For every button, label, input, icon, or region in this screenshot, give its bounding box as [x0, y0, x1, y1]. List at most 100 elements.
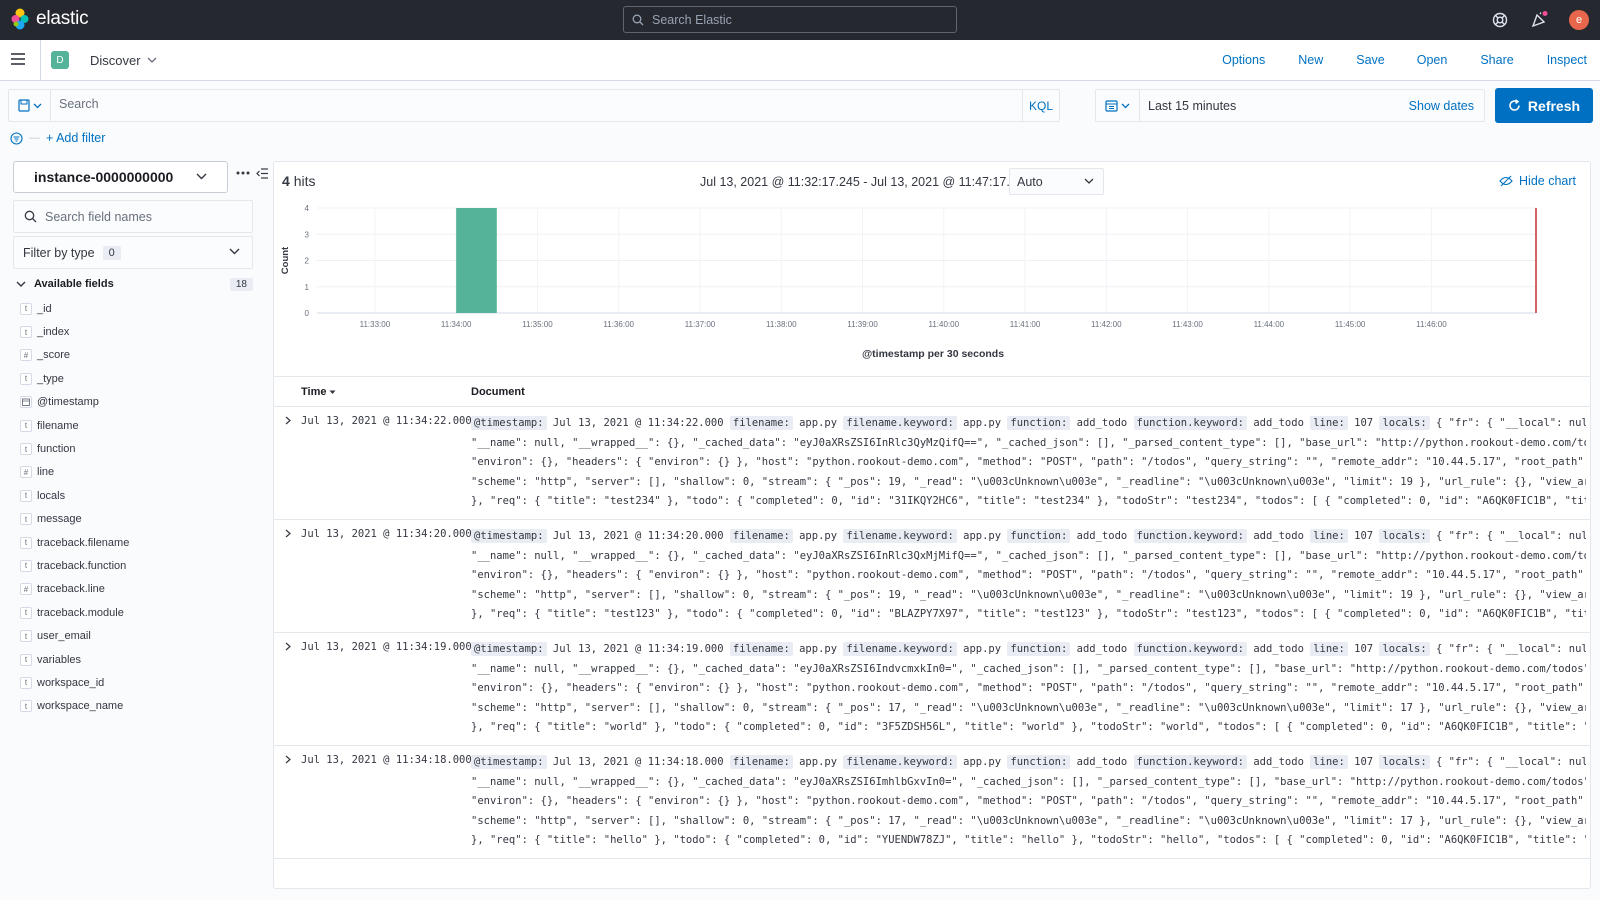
- show-dates-link[interactable]: Show dates: [1409, 99, 1474, 113]
- y-tick-label: 4: [305, 204, 310, 213]
- hits-count: 4 hits: [282, 173, 315, 189]
- query-input[interactable]: [59, 97, 1019, 111]
- search-icon: [24, 210, 37, 223]
- field-item[interactable]: # _score: [20, 344, 250, 367]
- filter-by-type-dropdown[interactable]: Filter by type 0: [13, 236, 253, 269]
- field-key: function:: [1007, 755, 1071, 769]
- field-item[interactable]: t user_email: [20, 624, 250, 647]
- field-name: line: [37, 466, 55, 479]
- field-item[interactable]: t filename: [20, 414, 250, 437]
- hide-chart-label: Hide chart: [1519, 174, 1576, 188]
- column-header-time[interactable]: Time: [301, 386, 336, 398]
- row-expand-icon[interactable]: [281, 526, 295, 540]
- field-key: @timestamp:: [471, 416, 547, 430]
- field-name: traceback.filename: [37, 536, 130, 549]
- field-value: 107: [1347, 643, 1380, 655]
- field-item[interactable]: # traceback.line: [20, 578, 250, 601]
- field-item[interactable]: t locals: [20, 484, 250, 507]
- x-tick-label: 11:44:00: [1254, 320, 1285, 329]
- field-value: }, "req": { "title": "test123" }, "todo"…: [471, 608, 1586, 621]
- index-pattern-selector[interactable]: instance-0000000000: [13, 161, 228, 193]
- collapse-sidebar-icon[interactable]: [256, 168, 269, 179]
- interval-select[interactable]: Auto: [1009, 168, 1104, 195]
- field-name: traceback.function: [37, 559, 127, 572]
- document-line: "scheme": "http", "server": [], "shallow…: [471, 812, 1586, 832]
- field-name: _id: [37, 302, 52, 315]
- field-search-input[interactable]: [45, 209, 245, 224]
- field-value: app.py: [792, 417, 844, 429]
- quick-select-button[interactable]: [1096, 90, 1140, 121]
- string-field-icon: t: [20, 630, 32, 643]
- field-item[interactable]: t _index: [20, 320, 250, 343]
- nav-share[interactable]: Share: [1480, 53, 1513, 67]
- field-item[interactable]: t traceback.function: [20, 554, 250, 577]
- document-line: @timestamp: Jul 13, 2021 @ 11:34:20.000 …: [471, 527, 1586, 547]
- nav-save[interactable]: Save: [1356, 53, 1385, 67]
- table-row[interactable]: Jul 13, 2021 @ 11:34:18.000 @timestamp: J…: [274, 746, 1590, 859]
- elastic-logo[interactable]: elastic: [10, 8, 89, 30]
- nav-open[interactable]: Open: [1417, 53, 1448, 67]
- field-item[interactable]: t function: [20, 437, 250, 460]
- x-tick-label: 11:42:00: [1091, 320, 1122, 329]
- x-tick-label: 11:40:00: [929, 320, 960, 329]
- nav-new[interactable]: New: [1298, 53, 1323, 67]
- menu-toggle-icon[interactable]: [10, 52, 28, 68]
- space-avatar[interactable]: D: [51, 51, 69, 69]
- string-field-icon: t: [20, 676, 32, 689]
- sort-down-icon: [329, 390, 336, 394]
- hide-chart-button[interactable]: Hide chart: [1499, 174, 1576, 188]
- newsfeed-icon[interactable]: [1529, 10, 1549, 30]
- global-search-input[interactable]: [652, 12, 942, 27]
- add-filter-button[interactable]: + Add filter: [46, 131, 105, 145]
- field-value: "environ": {}, "headers": { "environ": {…: [471, 569, 1586, 582]
- column-header-time-label: Time: [301, 386, 327, 398]
- x-tick-label: 11:36:00: [603, 320, 634, 329]
- field-name: _score: [37, 349, 71, 362]
- field-value: add_todo: [1247, 756, 1311, 768]
- filter-row: — + Add filter: [10, 131, 105, 145]
- field-item[interactable]: t _type: [20, 367, 250, 390]
- x-tick-label: 11:39:00: [847, 320, 878, 329]
- available-fields-toggle[interactable]: Available fields 18: [16, 277, 253, 291]
- row-expand-icon[interactable]: [281, 752, 295, 766]
- field-key: locals:: [1379, 755, 1430, 769]
- field-item[interactable]: t workspace_id: [20, 671, 250, 694]
- table-rows: Jul 13, 2021 @ 11:34:22.000 @timestamp: J…: [274, 407, 1590, 859]
- string-field-icon: t: [20, 443, 32, 456]
- field-item[interactable]: @timestamp: [20, 391, 250, 414]
- query-language-button[interactable]: KQL: [1022, 90, 1059, 121]
- table-row[interactable]: Jul 13, 2021 @ 11:34:22.000 @timestamp: J…: [274, 407, 1590, 520]
- table-row[interactable]: Jul 13, 2021 @ 11:34:20.000 @timestamp: J…: [274, 520, 1590, 633]
- x-tick-label: 11:38:00: [766, 320, 797, 329]
- field-item[interactable]: t traceback.filename: [20, 531, 250, 554]
- date-range-label[interactable]: Last 15 minutes: [1148, 99, 1236, 113]
- table-row[interactable]: Jul 13, 2021 @ 11:34:19.000 @timestamp: J…: [274, 633, 1590, 746]
- user-avatar[interactable]: e: [1569, 10, 1589, 30]
- field-item[interactable]: t variables: [20, 648, 250, 671]
- field-item[interactable]: t workspace_name: [20, 695, 250, 718]
- nav-options[interactable]: Options: [1222, 53, 1265, 67]
- field-item[interactable]: t traceback.module: [20, 601, 250, 624]
- global-search-box[interactable]: [623, 6, 957, 33]
- string-field-icon: t: [20, 700, 32, 713]
- app-breadcrumb[interactable]: Discover: [90, 53, 157, 68]
- row-expand-icon[interactable]: [281, 639, 295, 653]
- more-options-icon[interactable]: [236, 171, 250, 175]
- refresh-button[interactable]: Refresh: [1495, 88, 1593, 123]
- field-item[interactable]: t message: [20, 508, 250, 531]
- field-value: app.py: [956, 643, 1008, 655]
- filter-menu-icon[interactable]: [10, 131, 23, 145]
- help-icon[interactable]: [1490, 10, 1510, 30]
- nav-inspect[interactable]: Inspect: [1547, 53, 1587, 67]
- field-name: _type: [37, 372, 64, 385]
- row-expand-icon[interactable]: [281, 413, 295, 427]
- chevron-down-icon: [147, 57, 157, 63]
- results-panel: 4 hits Jul 13, 2021 @ 11:32:17.245 - Jul…: [273, 161, 1591, 889]
- field-item[interactable]: t _id: [20, 297, 250, 320]
- field-value: app.py: [792, 756, 844, 768]
- saved-query-button[interactable]: [9, 90, 51, 121]
- field-search-box[interactable]: [13, 200, 253, 233]
- available-fields-label: Available fields: [34, 278, 114, 290]
- field-item[interactable]: # line: [20, 461, 250, 484]
- document-line: @timestamp: Jul 13, 2021 @ 11:34:18.000 …: [471, 753, 1586, 773]
